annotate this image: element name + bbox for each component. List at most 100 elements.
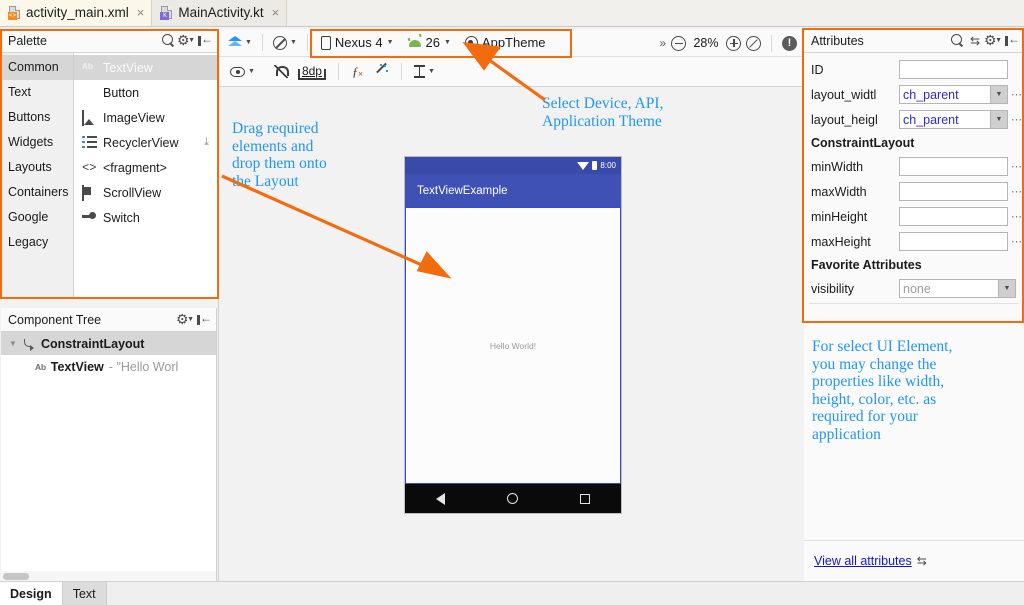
app-bar-title: TextViewExample [417, 184, 508, 197]
attributes-header: Attributes ⇆ ▼ [804, 29, 1024, 53]
palette-item-imageview[interactable]: ImageView [74, 105, 217, 130]
palette-panel: Palette ▼ Common Text Buttons Widgets La… [1, 29, 217, 299]
hide-panel-icon[interactable] [1002, 32, 1020, 50]
margin-value: 8dp [299, 64, 324, 80]
palette-category-layouts[interactable]: Layouts [1, 155, 73, 180]
tab-text[interactable]: Text [62, 582, 107, 605]
tree-item-constraintlayout[interactable]: ▼ ConstraintLayout [1, 332, 216, 355]
api-selector[interactable]: 26 ▼ [402, 32, 457, 54]
palette-item-textview[interactable]: Ab TextView [74, 55, 217, 80]
palette-item-list: Ab TextView Button ImageView RecyclerVie… [74, 53, 217, 299]
change-properties-note: For select UI Element, you may change th… [812, 338, 953, 443]
toolbar-overflow-button[interactable]: » [659, 36, 666, 50]
chevron-down-icon[interactable]: ▼ [998, 280, 1015, 297]
palette-item-scrollview[interactable]: ScrollView [74, 180, 217, 205]
device-preview[interactable]: 8:00 TextViewExample Hello World! [405, 157, 621, 513]
attribute-more-icon[interactable]: ⋯ [1010, 235, 1024, 248]
zoom-fit-icon[interactable] [746, 35, 761, 51]
gear-icon[interactable]: ▼ [177, 32, 195, 50]
palette-category-legacy[interactable]: Legacy [1, 230, 73, 255]
chevron-down-icon[interactable]: ▼ [990, 86, 1007, 103]
attribute-row-minheight: minHeight ⋯ [804, 204, 1024, 229]
default-margin-button[interactable]: 8dp [295, 61, 329, 83]
chevron-down-icon: ▼ [427, 68, 435, 75]
design-mode-button[interactable]: ▼ [225, 32, 255, 54]
baseline-button[interactable]: ▼ [411, 61, 438, 83]
minheight-field[interactable] [899, 207, 1008, 226]
divider [400, 63, 402, 80]
palette-item-recyclerview[interactable]: RecyclerView ⤓ [74, 130, 217, 155]
margin-icon: 8dp [297, 63, 326, 80]
autoconnect-button[interactable] [271, 61, 291, 83]
device-selector[interactable]: Nexus 4 ▼ [315, 32, 400, 54]
tree-item-textview[interactable]: Ab TextView - "Hello Worl [1, 355, 216, 378]
palette-category-text[interactable]: Text [1, 80, 73, 105]
download-icon[interactable]: ⤓ [204, 136, 209, 149]
chevron-down-icon: ▼ [245, 39, 252, 46]
attribute-more-icon[interactable]: ⋯ [1010, 88, 1024, 101]
attribute-group-constraintlayout: ConstraintLayout [811, 136, 915, 150]
tab-design[interactable]: Design [0, 582, 63, 605]
hide-panel-icon[interactable] [195, 32, 213, 50]
editor-tab-activity-main-xml[interactable]: <> activity_main.xml × [0, 0, 153, 26]
clear-constraints-button[interactable]: ƒ × [348, 61, 368, 83]
close-icon[interactable]: × [134, 5, 145, 20]
kotlin-file-icon [160, 5, 173, 20]
chevron-down-icon[interactable]: ▼ [9, 339, 18, 348]
warning-icon[interactable]: ! [782, 35, 797, 51]
zoom-out-icon[interactable] [671, 35, 686, 51]
visibility-button[interactable]: ▼ [227, 61, 258, 83]
attribute-more-icon[interactable]: ⋯ [1010, 160, 1024, 173]
layout-width-field[interactable]: ch_parent ▼ [899, 85, 1008, 104]
editor-tab-bar: <> activity_main.xml × MainActivity.kt × [0, 0, 1024, 27]
attribute-more-icon[interactable]: ⋯ [1010, 185, 1024, 198]
swap-icon[interactable]: ⇆ [966, 32, 984, 50]
editor-tab-mainactivity-kt[interactable]: MainActivity.kt × [152, 0, 288, 26]
theme-selector[interactable]: AppTheme [459, 32, 552, 54]
attribute-more-icon[interactable]: ⋯ [1010, 113, 1024, 126]
android-studio-layout-editor: <> activity_main.xml × MainActivity.kt ×… [0, 0, 1024, 605]
palette-item-fragment[interactable]: <> <fragment> [74, 155, 217, 180]
battery-icon [592, 161, 598, 170]
hello-world-textview[interactable]: Hello World! [490, 341, 536, 351]
maxheight-field[interactable] [899, 232, 1008, 251]
view-all-attributes-link[interactable]: View all attributes [814, 554, 912, 568]
design-toolbar-secondary: ▼ 8dp ƒ × ▼ [219, 57, 803, 87]
palette-category-buttons[interactable]: Buttons [1, 105, 73, 130]
hide-panel-icon[interactable] [194, 311, 212, 329]
search-icon[interactable] [159, 32, 177, 50]
palette-item-button[interactable]: Button [74, 80, 217, 105]
close-icon[interactable]: × [269, 5, 280, 20]
maxwidth-field[interactable] [899, 182, 1008, 201]
id-field[interactable] [899, 60, 1008, 79]
infer-constraints-button[interactable] [372, 61, 392, 83]
swap-icon[interactable]: ⇆ [917, 554, 927, 568]
gear-icon[interactable]: ▼ [176, 311, 194, 329]
palette-category-common[interactable]: Common [1, 55, 73, 80]
palette-category-containers[interactable]: Containers [1, 180, 73, 205]
attribute-row-minwidth: minWidth ⋯ [804, 154, 1024, 179]
attribute-more-icon[interactable]: ⋯ [1010, 210, 1024, 223]
layout-content-area[interactable]: Hello World! [405, 207, 621, 484]
tree-item-label: TextView [50, 359, 104, 374]
attribute-value: ch_parent [903, 112, 959, 127]
minwidth-field[interactable] [899, 157, 1008, 176]
switch-icon [82, 211, 97, 224]
status-time: 8:00 [600, 161, 616, 170]
layout-height-field[interactable]: ch_parent ▼ [899, 110, 1008, 129]
palette-category-widgets[interactable]: Widgets [1, 130, 73, 155]
divider [306, 34, 308, 51]
search-icon[interactable] [948, 32, 966, 50]
gear-icon[interactable]: ▼ [984, 32, 1002, 50]
visibility-field[interactable]: none ▼ [899, 279, 1016, 298]
palette-category-google[interactable]: Google [1, 205, 73, 230]
scrollbar-thumb[interactable] [3, 573, 29, 580]
imageview-icon [82, 110, 97, 126]
component-tree-hscrollbar[interactable] [1, 571, 216, 581]
xml-file-icon: <> [8, 5, 21, 20]
chevron-down-icon[interactable]: ▼ [990, 111, 1007, 128]
theme-label: AppTheme [481, 35, 546, 50]
zoom-in-icon[interactable] [726, 35, 741, 51]
blueprint-mode-button[interactable]: ▼ [270, 32, 300, 54]
palette-item-switch[interactable]: Switch [74, 205, 217, 230]
